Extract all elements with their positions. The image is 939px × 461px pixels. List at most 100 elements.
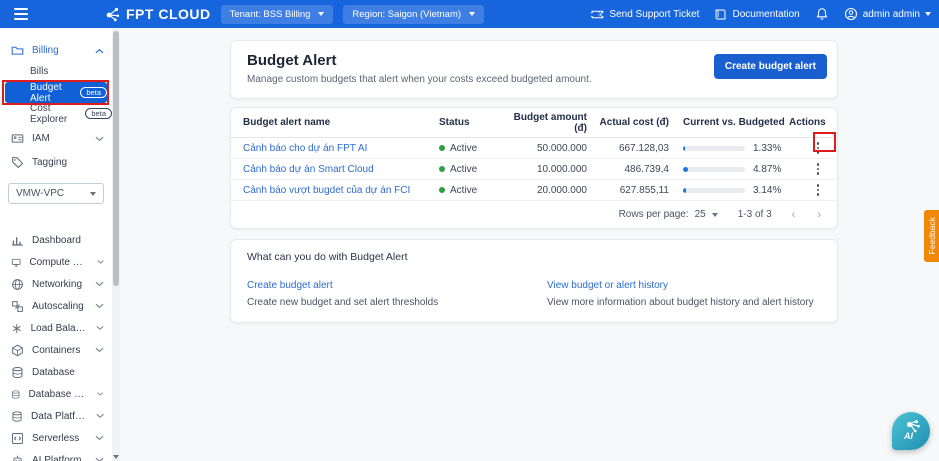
vpc-selected-value: VMW-VPC	[16, 188, 65, 199]
sidebar-item-compute-engine[interactable]: Compute Engine	[0, 251, 112, 273]
sidebar-item-label: Cost Explorer	[30, 102, 68, 125]
chevron-down-icon	[95, 136, 104, 142]
sidebar-item-billing[interactable]: Billing	[0, 40, 112, 61]
chevron-up-icon	[95, 48, 104, 54]
svg-text:AI: AI	[903, 431, 913, 441]
sidebar-item-iam[interactable]: IAM	[0, 128, 112, 149]
sidebar-item-label: Containers	[32, 344, 81, 356]
sidebar-item-database-platform[interactable]: Database Platform	[0, 383, 112, 405]
sidebar-item-load-balancer[interactable]: Load Balancer	[0, 317, 112, 339]
top-navbar: FPT CLOUD Tenant: BSS Billing Region: Sa…	[0, 0, 939, 28]
chevron-down-icon	[96, 325, 104, 331]
column-header-current: Current vs. Budgeted	[683, 117, 785, 128]
notifications-bell-icon[interactable]	[815, 7, 829, 21]
fpt-cloud-logo: FPT CLOUD	[104, 6, 211, 23]
table-header-row: Budget alert name Status Budget amount (…	[231, 108, 837, 138]
table-pagination: Rows per page: 25 1-3 of 3 ‹ ›	[231, 201, 837, 228]
fpt-molecule-icon	[104, 6, 121, 23]
sidebar-item-ai-platform[interactable]: AI Platform	[0, 449, 112, 461]
column-header-status: Status	[439, 117, 470, 128]
table-row: Cảnh báo dự án Smart Cloud Active 10.000…	[231, 159, 837, 180]
chevron-down-icon	[95, 435, 104, 441]
rows-per-page-select[interactable]: Rows per page: 25	[619, 209, 718, 220]
view-history-link[interactable]: View budget or alert history	[547, 280, 668, 291]
sidebar-scrollbar[interactable]	[112, 28, 120, 461]
logo-text: FPT CLOUD	[126, 6, 211, 22]
sidebar-item-dashboard[interactable]: Dashboard	[0, 229, 112, 251]
info-card: What can you do with Budget Alert Create…	[230, 239, 838, 323]
chevron-down-icon	[97, 391, 104, 397]
vpc-select[interactable]: VMW-VPC	[8, 183, 104, 204]
sidebar-item-bills[interactable]: Bills	[0, 61, 112, 82]
row-actions-kebab-icon[interactable]	[811, 159, 826, 179]
sidebar-item-data-platform[interactable]: Data Platform	[0, 405, 112, 427]
budget-percent-value: 1.33%	[753, 142, 782, 154]
documentation-button[interactable]: Documentation	[714, 8, 800, 21]
sidebar-item-networking[interactable]: Networking	[0, 273, 112, 295]
feedback-tab[interactable]: Feedback	[924, 210, 939, 262]
chevron-down-icon	[95, 347, 104, 353]
sidebar-item-label: Load Balancer	[30, 322, 88, 334]
caret-down-icon	[711, 212, 718, 217]
database-icon	[11, 410, 23, 423]
send-support-ticket-label: Send Support Ticket	[609, 8, 700, 20]
pagination-prev-button[interactable]: ‹	[792, 209, 796, 221]
autoscaling-icon	[11, 300, 24, 313]
budget-alert-name-link[interactable]: Cảnh báo dự án Smart Cloud	[243, 164, 374, 175]
caret-down-icon	[469, 12, 476, 16]
pagination-next-button[interactable]: ›	[817, 209, 821, 221]
budget-amount-value: 10.000.000	[536, 163, 587, 175]
menu-hamburger-icon[interactable]	[8, 4, 34, 24]
create-budget-alert-button[interactable]: Create budget alert	[713, 54, 827, 79]
sidebar-item-label: Autoscaling	[32, 300, 84, 312]
id-card-icon	[11, 132, 24, 145]
sidebar-item-label: Data Platform	[31, 410, 88, 422]
user-menu[interactable]: admin admin	[844, 7, 931, 21]
rows-per-page-value: 25	[694, 209, 706, 220]
chevron-down-icon	[95, 457, 104, 461]
budget-percent-value: 3.14%	[753, 184, 782, 196]
scrollbar-down-arrow[interactable]	[113, 455, 119, 459]
tenant-label: Tenant: BSS Billing	[229, 8, 311, 20]
tenant-selector[interactable]: Tenant: BSS Billing	[220, 4, 334, 24]
ticket-icon	[591, 8, 604, 21]
status-dot-icon	[439, 166, 445, 172]
folder-icon	[11, 44, 24, 57]
caret-down-icon	[90, 191, 96, 196]
budget-alert-page: FPT CLOUD Tenant: BSS Billing Region: Sa…	[0, 0, 939, 461]
sidebar-nav: Billing Bills Budget Alert beta Cost Exp…	[0, 28, 112, 461]
budget-alert-name-link[interactable]: Cảnh báo vượt bugdet của dự án FCI	[243, 185, 410, 196]
sidebar-item-budget-alert[interactable]: Budget Alert beta	[5, 82, 107, 104]
scrollbar-thumb[interactable]	[113, 31, 119, 286]
dashboard-chart-icon	[11, 234, 24, 247]
sidebar-item-database[interactable]: Database	[0, 361, 112, 383]
status-dot-icon	[439, 187, 445, 193]
ai-chat-widget-button[interactable]: AI	[892, 412, 930, 450]
sidebar-item-tagging[interactable]: Tagging	[0, 152, 112, 173]
budget-progress-bar	[683, 145, 745, 151]
load-balancer-icon	[11, 322, 23, 335]
column-header-budget: Budget amount (đ)	[513, 111, 587, 134]
caret-down-icon	[925, 12, 931, 16]
budget-amount-value: 50.000.000	[536, 142, 587, 154]
budget-amount-value: 20.000.000	[536, 184, 587, 196]
sidebar-item-label: Bills	[30, 66, 49, 77]
sidebar-item-cost-explorer[interactable]: Cost Explorer beta	[0, 102, 112, 125]
sidebar-item-label: Networking	[32, 278, 83, 290]
monitor-icon	[11, 256, 21, 269]
budget-alert-table-card: Budget alert name Status Budget amount (…	[230, 107, 838, 229]
sidebar-item-autoscaling[interactable]: Autoscaling	[0, 295, 112, 317]
chevron-down-icon	[97, 259, 104, 265]
region-selector[interactable]: Region: Saigon (Vietnam)	[343, 4, 485, 24]
actual-cost-value: 486.739,4	[624, 163, 670, 175]
row-actions-kebab-icon[interactable]	[811, 138, 826, 158]
budget-alert-name-link[interactable]: Cảnh báo cho dự án FPT AI	[243, 143, 367, 154]
chevron-down-icon	[95, 281, 104, 287]
create-budget-alert-link[interactable]: Create budget alert	[247, 280, 333, 291]
sidebar-item-containers[interactable]: Containers	[0, 339, 112, 361]
serverless-code-icon	[11, 432, 24, 445]
sidebar-item-serverless[interactable]: Serverless	[0, 427, 112, 449]
sidebar-item-label: IAM	[32, 133, 50, 144]
send-support-ticket-button[interactable]: Send Support Ticket	[591, 8, 699, 21]
row-actions-kebab-icon[interactable]	[811, 180, 826, 200]
